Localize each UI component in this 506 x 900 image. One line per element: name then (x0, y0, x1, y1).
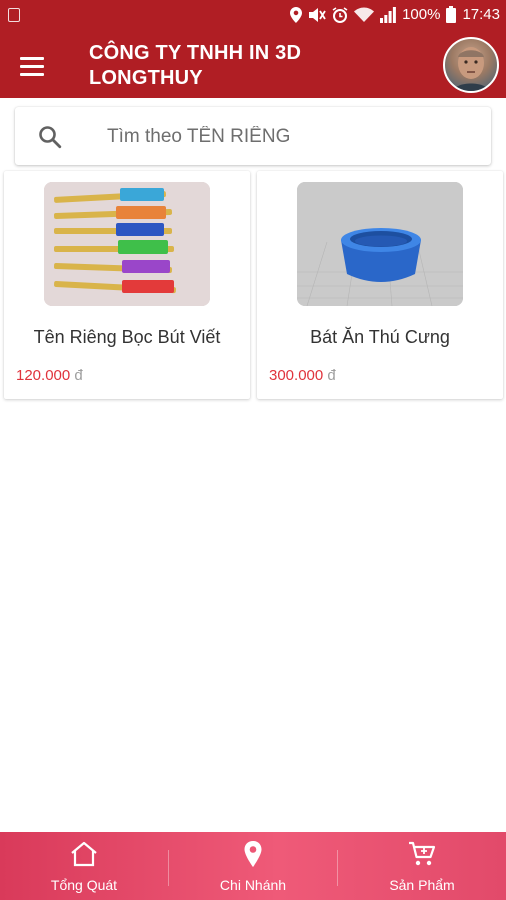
nav-label: Sản Phẩm (389, 877, 455, 893)
page-title: CÔNG TY TNHH IN 3D LONGTHUY (89, 42, 302, 89)
cart-icon (407, 840, 437, 868)
nav-label: Tổng Quát (50, 877, 118, 893)
location-pin-icon (238, 840, 268, 868)
sim-icon (8, 8, 20, 22)
menu-icon[interactable] (20, 52, 50, 80)
price-amount: 300.000 (269, 367, 324, 384)
search-bar (15, 107, 491, 165)
product-price: 300.000 đ (269, 367, 336, 384)
status-time: 17:43 (462, 6, 500, 23)
product-price: 120.000 đ (16, 367, 83, 384)
product-image (297, 182, 463, 306)
nav-san-pham[interactable]: Sản Phẩm (338, 832, 506, 900)
price-amount: 120.000 (16, 367, 71, 384)
avatar[interactable] (443, 37, 499, 93)
battery-percent: 100% (402, 6, 441, 23)
nav-label: Chi Nhánh (219, 877, 287, 893)
price-currency: đ (74, 367, 83, 384)
nav-chi-nhanh[interactable]: Chi Nhánh (169, 832, 337, 900)
wifi-icon (354, 7, 375, 23)
search-input[interactable] (105, 119, 479, 155)
product-card[interactable]: Tên Riêng Bọc Bút Viết 120.000 đ (4, 171, 250, 399)
product-image (44, 182, 210, 306)
bottom-nav: Tổng Quát Chi Nhánh Sản Phẩm (0, 832, 506, 900)
battery-icon (446, 6, 457, 23)
status-bar: 100% 17:43 (0, 0, 506, 34)
mute-icon (308, 7, 326, 23)
product-name: Bát Ăn Thú Cưng (310, 327, 450, 347)
signal-icon (380, 6, 396, 23)
alarm-icon (332, 6, 348, 23)
product-card[interactable]: Bát Ăn Thú Cưng 300.000 đ (257, 171, 503, 399)
location-icon (290, 6, 303, 23)
price-currency: đ (327, 367, 336, 384)
product-name: Tên Riêng Bọc Bút Viết (33, 327, 221, 347)
app-bar: CÔNG TY TNHH IN 3D LONGTHUY (0, 34, 506, 98)
nav-tong-quat[interactable]: Tổng Quát (0, 832, 168, 900)
search-icon[interactable] (37, 124, 63, 150)
home-icon (69, 840, 99, 868)
